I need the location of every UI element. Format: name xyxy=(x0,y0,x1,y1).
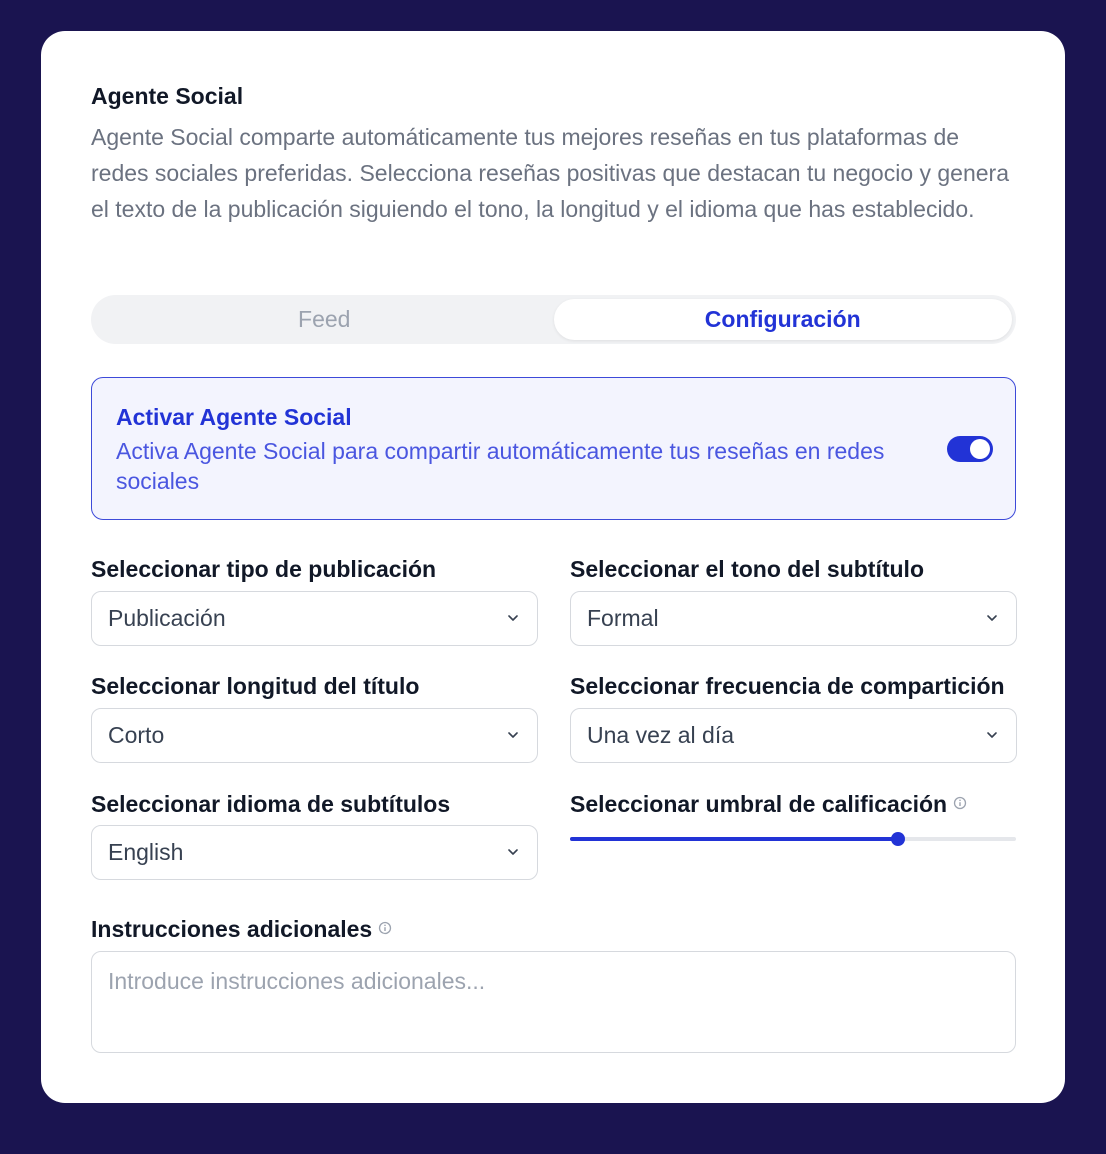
settings-card: Agente Social Agente Social comparte aut… xyxy=(41,31,1065,1103)
slider-fill xyxy=(570,837,898,841)
activate-agent-title: Activar Agente Social xyxy=(116,404,352,430)
activate-agent-toggle[interactable] xyxy=(947,436,993,462)
rating-threshold-label: Seleccionar umbral de calificación xyxy=(570,791,948,817)
additional-instructions-label: Instrucciones adicionales xyxy=(91,916,373,942)
rating-threshold-label-row: Seleccionar umbral de calificación xyxy=(570,791,967,818)
info-icon[interactable] xyxy=(953,796,967,810)
caption-tone-value: Formal xyxy=(587,605,659,631)
page-description: Agente Social comparte automáticamente t… xyxy=(91,124,1010,222)
post-type-value: Publicación xyxy=(108,605,226,631)
caption-tone-label: Seleccionar el tono del subtítulo xyxy=(570,556,924,582)
additional-instructions-label-row: Instrucciones adicionales xyxy=(91,916,392,943)
page-title: Agente Social xyxy=(91,83,244,109)
chevron-down-icon xyxy=(508,615,518,621)
post-type-select[interactable]: Publicación xyxy=(91,591,538,646)
caption-language-value: English xyxy=(108,839,184,865)
caption-tone-select[interactable]: Formal xyxy=(570,591,1017,646)
chevron-down-icon xyxy=(987,732,997,738)
activate-agent-panel: Activar Agente Social Activa Agente Soci… xyxy=(91,377,1016,520)
title-length-value: Corto xyxy=(108,722,165,748)
chevron-down-icon xyxy=(508,849,518,855)
tab-configuration[interactable]: Configuración xyxy=(553,299,1012,340)
share-frequency-select[interactable]: Una vez al día xyxy=(570,708,1017,763)
additional-instructions-input[interactable] xyxy=(91,951,1016,1053)
info-icon[interactable] xyxy=(378,921,392,935)
share-frequency-value: Una vez al día xyxy=(587,722,735,748)
rating-threshold-slider[interactable] xyxy=(570,831,1016,847)
activate-agent-description: Activa Agente Social para compartir auto… xyxy=(116,438,885,494)
title-length-label: Seleccionar longitud del título xyxy=(91,673,420,699)
slider-thumb[interactable] xyxy=(890,832,905,846)
share-frequency-label: Seleccionar frecuencia de compartición xyxy=(570,673,1005,699)
chevron-down-icon xyxy=(987,615,997,621)
toggle-knob xyxy=(970,439,990,459)
tab-bar: Feed Configuración xyxy=(91,295,1016,344)
chevron-down-icon xyxy=(508,732,518,738)
tab-feed[interactable]: Feed xyxy=(95,299,554,340)
post-type-label: Seleccionar tipo de publicación xyxy=(91,556,437,582)
title-length-select[interactable]: Corto xyxy=(91,708,538,763)
caption-language-select[interactable]: English xyxy=(91,825,538,880)
caption-language-label: Seleccionar idioma de subtítulos xyxy=(91,791,451,817)
